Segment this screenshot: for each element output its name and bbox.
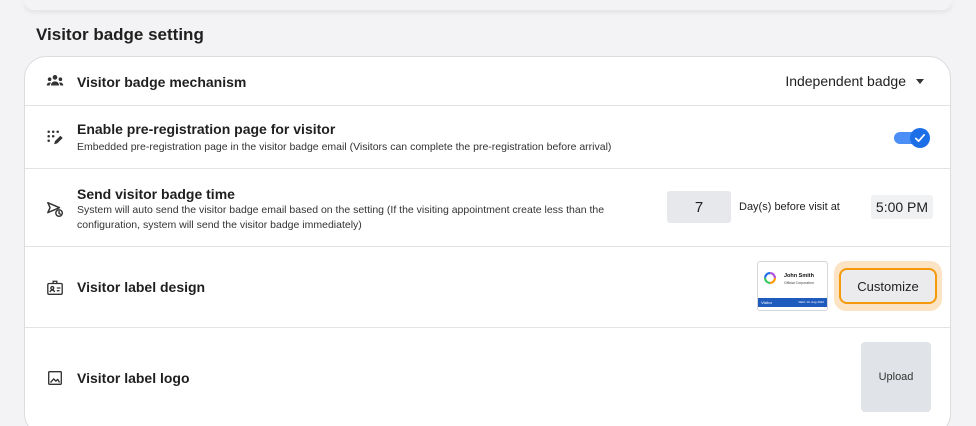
badge-visitor-tag: Visitor xyxy=(761,300,773,305)
caret-down-icon xyxy=(916,78,924,84)
label-design-label: Visitor label design xyxy=(77,279,206,295)
label-logo-row: Visitor label logo Upload xyxy=(25,328,950,426)
mechanism-selected: Independent badge xyxy=(785,73,906,89)
settings-card: Visitor badge mechanism Independent badg… xyxy=(24,56,951,426)
preregistration-row: Enable pre-registration page for visitor… xyxy=(25,106,950,169)
image-icon xyxy=(45,368,65,388)
send-time-description-line1: System will auto send the visitor badge … xyxy=(77,204,605,216)
check-icon xyxy=(914,134,926,142)
send-clock-icon xyxy=(45,199,65,219)
label-design-row: Visitor label design John Smith Official… xyxy=(25,247,950,328)
send-time-row: Send visitor badge time System will auto… xyxy=(25,169,950,247)
users-icon xyxy=(45,71,65,91)
mechanism-row: Visitor badge mechanism Independent badg… xyxy=(25,57,950,106)
top-card-edge xyxy=(24,0,952,10)
badge-valid-date: Valid: 10. Aug 2022 xyxy=(798,300,824,304)
badge-company: Official Corporation xyxy=(784,281,814,285)
preregistration-label: Enable pre-registration page for visitor xyxy=(77,121,336,137)
send-time-description-line2: configuration, system will send the visi… xyxy=(77,219,362,231)
dots-pencil-icon xyxy=(45,128,65,148)
id-card-icon xyxy=(45,278,65,298)
customize-highlight: Customize xyxy=(834,261,942,311)
time-picker[interactable]: 5:00 PM xyxy=(871,195,933,219)
label-logo-label: Visitor label logo xyxy=(77,370,190,386)
mechanism-dropdown[interactable]: Independent badge xyxy=(785,73,924,89)
days-input[interactable] xyxy=(667,191,731,223)
upload-button[interactable]: Upload xyxy=(861,342,931,412)
send-time-label: Send visitor badge time xyxy=(77,186,235,202)
days-before-text: Day(s) before visit at xyxy=(739,201,840,213)
badge-preview: John Smith Official Corporation Visitor … xyxy=(757,261,828,311)
mechanism-label: Visitor badge mechanism xyxy=(77,74,247,90)
toggle-knob xyxy=(910,128,930,148)
preregistration-toggle[interactable] xyxy=(894,128,930,148)
section-title: Visitor badge setting xyxy=(36,25,204,44)
badge-name: John Smith xyxy=(784,273,814,279)
customize-button[interactable]: Customize xyxy=(839,268,937,304)
brand-logo-icon xyxy=(764,272,776,284)
preregistration-description: Embedded pre-registration page in the vi… xyxy=(77,141,612,153)
